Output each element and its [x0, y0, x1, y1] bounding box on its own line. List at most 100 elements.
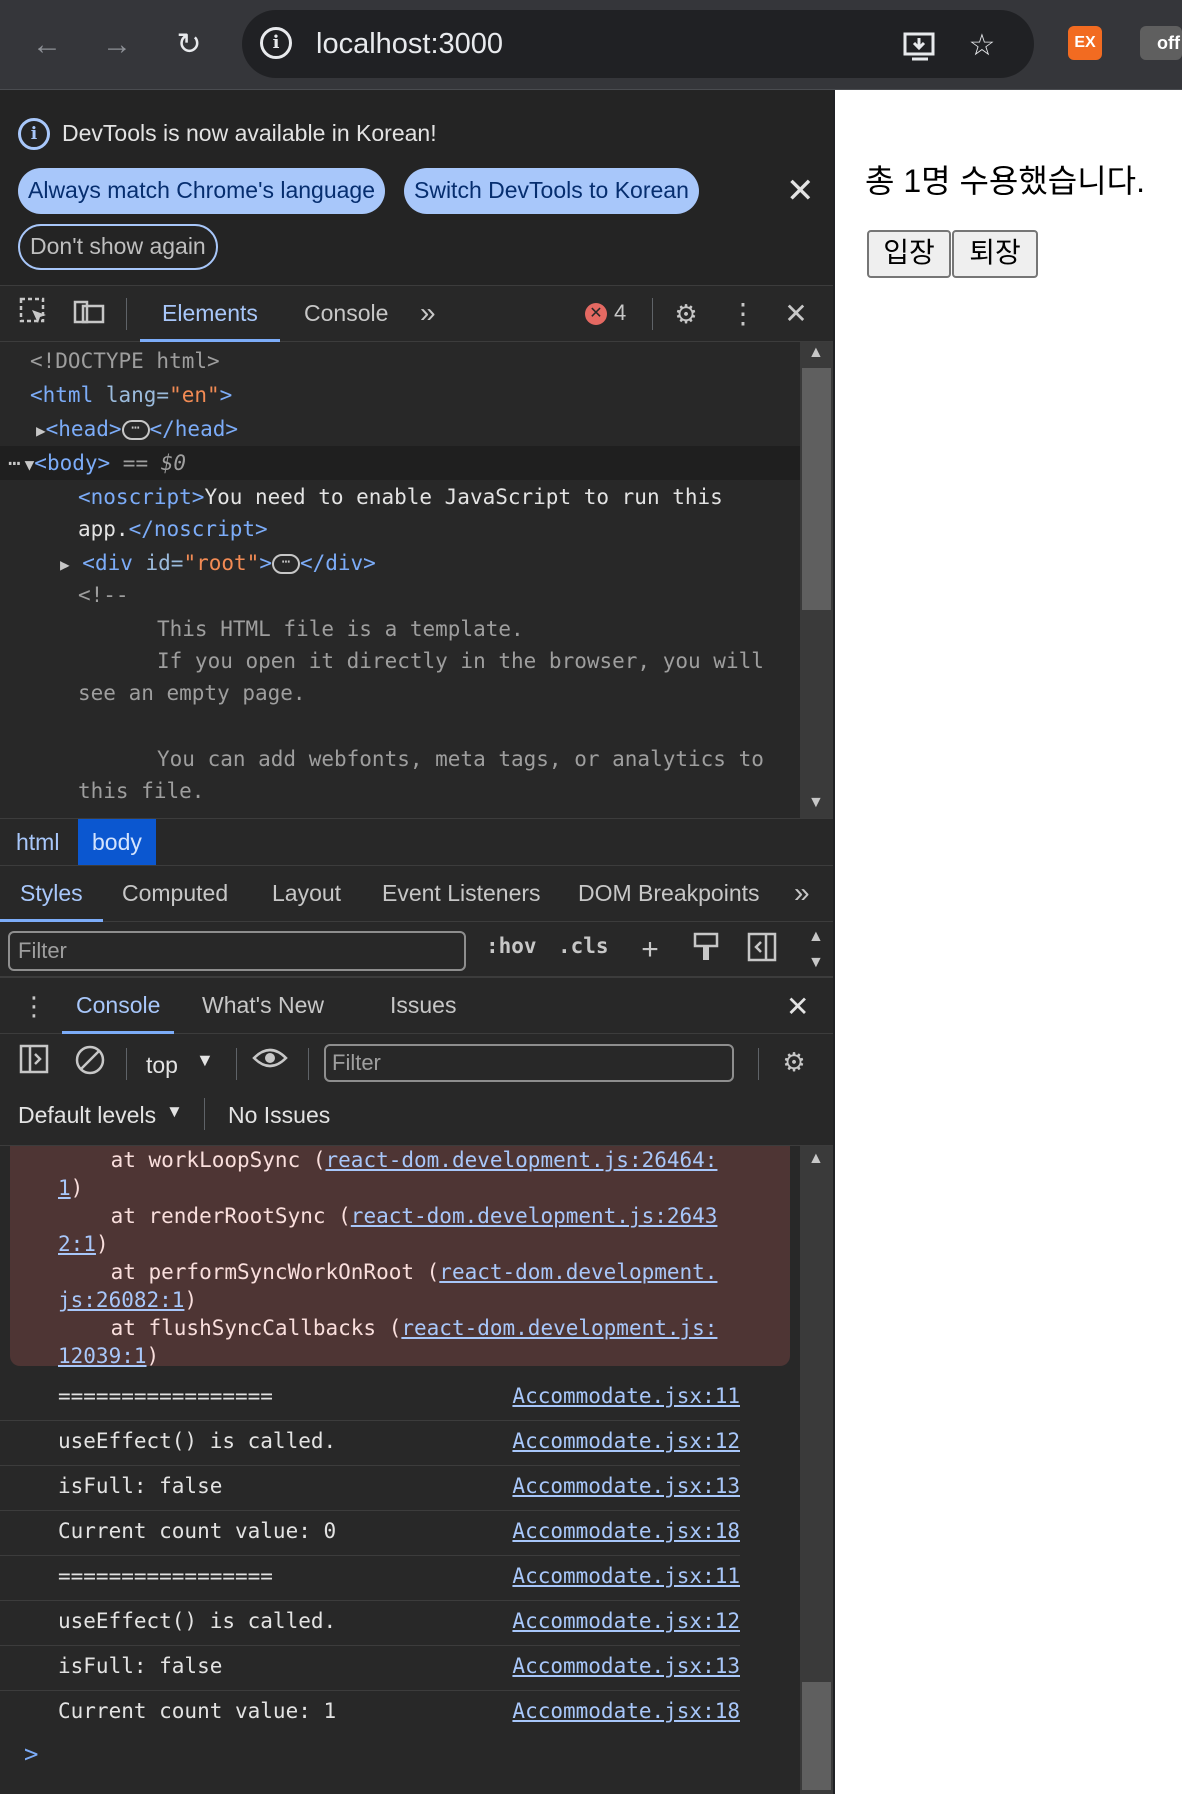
error-count[interactable]: 4: [614, 300, 626, 326]
dont-show-again-button[interactable]: Don't show again: [18, 224, 218, 270]
clear-console-icon[interactable]: [72, 1044, 108, 1080]
log-source-link[interactable]: Accommodate.jsx:11: [512, 1384, 740, 1408]
node-actions-icon[interactable]: ⋯: [8, 451, 21, 475]
log-source-link[interactable]: Accommodate.jsx:13: [512, 1654, 740, 1678]
infobar-message: DevTools is now available in Korean!: [62, 120, 437, 146]
log-source-link[interactable]: Accommodate.jsx:18: [512, 1519, 740, 1543]
url-text[interactable]: localhost:3000: [316, 28, 503, 61]
log-source-link[interactable]: Accommodate.jsx:12: [512, 1429, 740, 1453]
context-selector[interactable]: top: [146, 1052, 178, 1079]
device-toolbar-icon[interactable]: [72, 296, 108, 332]
scroll-down-icon[interactable]: ▼: [808, 794, 824, 812]
console-scrollbar[interactable]: ▲: [800, 1146, 833, 1794]
scroll-thumb[interactable]: [802, 368, 831, 610]
address-bar[interactable]: i localhost:3000 ☆: [242, 10, 1034, 78]
tab-console-drawer[interactable]: Console: [62, 978, 175, 1034]
issues-count[interactable]: No Issues: [228, 1102, 330, 1129]
tab-computed[interactable]: Computed: [122, 866, 228, 922]
tab-styles[interactable]: Styles: [0, 866, 103, 922]
source-link[interactable]: 1: [58, 1176, 71, 1200]
accommodate-message: 총 1명 수용했습니다.: [865, 163, 1145, 199]
source-link[interactable]: react-dom.development.js:2643: [351, 1204, 718, 1228]
scroll-up-icon[interactable]: ▲: [808, 928, 824, 946]
tab-event-listeners[interactable]: Event Listeners: [382, 866, 541, 922]
install-app-icon[interactable]: [902, 28, 938, 64]
scroll-down-icon[interactable]: ▼: [808, 954, 824, 972]
always-match-language-button[interactable]: Always match Chrome's language: [18, 168, 385, 214]
styles-filter-input[interactable]: Filter: [8, 931, 466, 971]
source-link[interactable]: react-dom.development.js:: [401, 1316, 717, 1340]
dom-scrollbar[interactable]: ▲ ▼: [800, 342, 833, 818]
tab-layout[interactable]: Layout: [272, 866, 341, 922]
more-tabs-icon[interactable]: »: [794, 866, 810, 922]
dom-node-root-div[interactable]: ▶ <div id="root"> ⋯ </div>: [60, 546, 376, 580]
reload-icon[interactable]: ↻: [168, 24, 210, 66]
paint-brush-icon[interactable]: [688, 932, 724, 968]
back-icon[interactable]: ←: [26, 24, 68, 66]
dom-node-comment[interactable]: <!--: [78, 578, 129, 612]
new-style-rule-icon[interactable]: +: [632, 932, 668, 968]
collapse-triangle-icon[interactable]: ▼: [25, 455, 35, 474]
scroll-thumb[interactable]: [802, 1682, 831, 1790]
settings-gear-icon[interactable]: ⚙: [668, 296, 704, 332]
dom-node-html[interactable]: <html lang="en">: [30, 378, 232, 412]
more-options-icon[interactable]: ⋮: [725, 296, 761, 332]
styles-subtabs: Styles Computed Layout Event Listeners D…: [0, 866, 833, 922]
log-source-link[interactable]: Accommodate.jsx:12: [512, 1609, 740, 1633]
scroll-up-icon[interactable]: ▲: [808, 344, 824, 362]
console-filter-input[interactable]: Filter: [324, 1044, 734, 1082]
log-source-link[interactable]: Accommodate.jsx:13: [512, 1474, 740, 1498]
live-expression-eye-icon[interactable]: [252, 1044, 288, 1080]
dom-node-body[interactable]: ⋯ ▼<body> == $0: [0, 446, 800, 480]
scroll-up-icon[interactable]: ▲: [808, 1150, 824, 1168]
collapsed-ellipsis-icon[interactable]: ⋯: [121, 420, 150, 440]
more-tabs-icon[interactable]: »: [420, 286, 436, 342]
tab-console[interactable]: Console: [304, 286, 388, 342]
tab-whats-new[interactable]: What's New: [202, 978, 324, 1034]
chevron-down-icon[interactable]: ▼: [196, 1050, 214, 1071]
chevron-down-icon[interactable]: ▼: [166, 1102, 183, 1122]
toggle-sidebar-icon[interactable]: [744, 932, 780, 968]
breadcrumb-html[interactable]: html: [2, 819, 73, 865]
dom-node-head[interactable]: ▶<head> ⋯ </head>: [36, 412, 238, 446]
source-link[interactable]: 2:1: [58, 1232, 96, 1256]
extension-ex-icon[interactable]: EX: [1068, 26, 1102, 60]
dom-node-noscript-cont[interactable]: app.</noscript>: [78, 512, 268, 546]
inspect-element-icon[interactable]: [16, 296, 52, 332]
console-log-row: useEffect() is called. Accommodate.jsx:12: [0, 1601, 740, 1646]
expand-triangle-icon[interactable]: ▶: [60, 555, 70, 574]
error-icon[interactable]: ✕: [585, 303, 607, 325]
tab-elements[interactable]: Elements: [140, 286, 280, 342]
drawer-menu-icon[interactable]: ⋮: [16, 988, 52, 1024]
expand-triangle-icon[interactable]: ▶: [36, 421, 46, 440]
dom-node-noscript[interactable]: <noscript>You need to enable JavaScript …: [78, 480, 723, 514]
tab-issues[interactable]: Issues: [390, 978, 456, 1034]
collapsed-ellipsis-icon[interactable]: ⋯: [271, 554, 300, 574]
tab-dom-breakpoints[interactable]: DOM Breakpoints: [578, 866, 760, 922]
source-link[interactable]: react-dom.development.: [439, 1260, 717, 1284]
log-levels-dropdown[interactable]: Default levels: [18, 1102, 156, 1129]
console-log-row: ================= Accommodate.jsx:11: [0, 1376, 740, 1421]
cls-toggle[interactable]: .cls: [558, 934, 609, 958]
close-devtools-icon[interactable]: ✕: [778, 296, 814, 332]
source-link[interactable]: react-dom.development.js:26464:: [326, 1148, 718, 1172]
source-link[interactable]: 12039:1: [58, 1344, 147, 1368]
enter-button[interactable]: 입장: [867, 230, 951, 278]
console-prompt[interactable]: >: [24, 1740, 38, 1768]
console-sidebar-icon[interactable]: [16, 1044, 52, 1080]
extension-off-icon[interactable]: off: [1140, 26, 1182, 60]
hov-toggle[interactable]: :hov: [486, 934, 537, 958]
bookmark-star-icon[interactable]: ☆: [964, 28, 1000, 64]
dom-node-doctype[interactable]: <!DOCTYPE html>: [30, 344, 220, 378]
site-info-icon[interactable]: i: [260, 27, 292, 59]
forward-icon[interactable]: →: [96, 24, 138, 66]
log-source-link[interactable]: Accommodate.jsx:18: [512, 1699, 740, 1723]
breadcrumb-body[interactable]: body: [78, 819, 156, 865]
console-settings-gear-icon[interactable]: ⚙: [776, 1044, 812, 1080]
log-source-link[interactable]: Accommodate.jsx:11: [512, 1564, 740, 1588]
close-icon[interactable]: ✕: [786, 174, 815, 208]
close-drawer-icon[interactable]: ✕: [786, 990, 809, 1024]
switch-to-korean-button[interactable]: Switch DevTools to Korean: [404, 168, 699, 214]
exit-button[interactable]: 퇴장: [952, 230, 1038, 278]
source-link[interactable]: js:26082:1: [58, 1288, 184, 1312]
